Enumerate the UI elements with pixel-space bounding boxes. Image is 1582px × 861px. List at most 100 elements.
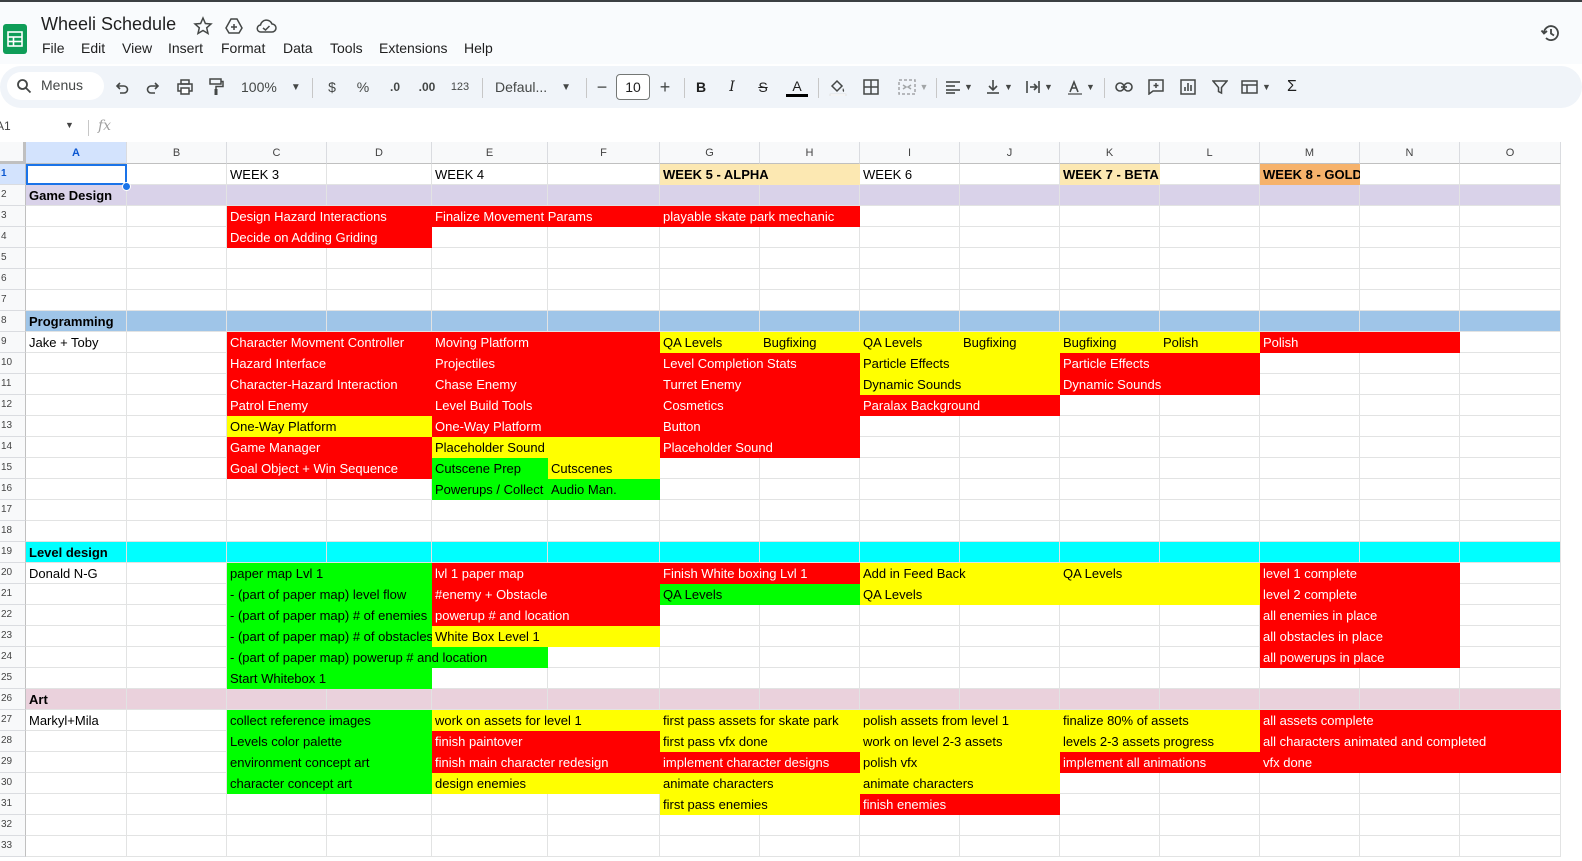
cell[interactable]: Moving Platform	[432, 332, 660, 353]
cell[interactable]: all enemies in place	[1260, 605, 1460, 626]
cell[interactable]: Turret Enemy	[660, 374, 860, 395]
column-header[interactable]: B	[127, 142, 227, 164]
cell[interactable]: Decide on Adding Griding	[227, 227, 432, 248]
cell[interactable]: all obstacles in place	[1260, 626, 1460, 647]
insert-link-icon[interactable]	[1113, 74, 1135, 100]
column-header[interactable]: H	[760, 142, 860, 164]
menu-extensions[interactable]: Extensions	[379, 40, 447, 56]
row-header[interactable]: 13	[0, 416, 26, 437]
row-header[interactable]: 7	[0, 290, 26, 311]
cell[interactable]: WEEK 8 - GOLD	[1260, 164, 1360, 185]
menu-data[interactable]: Data	[283, 40, 313, 56]
row-header[interactable]: 23	[0, 626, 26, 647]
filter-icon[interactable]	[1209, 74, 1231, 100]
row-header[interactable]: 9	[0, 332, 26, 353]
cell[interactable]: QA Levels	[1060, 563, 1260, 584]
cell[interactable]: Donald N-G	[26, 563, 127, 584]
text-rotation-icon[interactable]: ▼	[1064, 74, 1098, 100]
cell[interactable]: Programming	[26, 311, 127, 332]
menu-format[interactable]: Format	[221, 40, 265, 56]
cell[interactable]: Design Hazard Interactions	[227, 206, 432, 227]
cell[interactable]: Chase Enemy	[432, 374, 660, 395]
paint-format-icon[interactable]	[206, 74, 226, 100]
cell[interactable]: Bugfixing	[1060, 332, 1160, 353]
cell[interactable]: levels 2-3 assets progress	[1060, 731, 1260, 752]
cell[interactable]: finalize 80% of assets	[1060, 710, 1260, 731]
row-header[interactable]: 15	[0, 458, 26, 479]
star-icon[interactable]	[193, 16, 213, 36]
cell[interactable]: Particle Effects	[1060, 353, 1260, 374]
more-formats-button[interactable]: 123	[447, 74, 473, 100]
column-header[interactable]: F	[548, 142, 660, 164]
cell[interactable]: WEEK 5 - ALPHA	[660, 164, 860, 185]
currency-format-button[interactable]: $	[322, 74, 342, 100]
cell[interactable]: finish main character redesign	[432, 752, 660, 773]
row-header[interactable]: 21	[0, 584, 26, 605]
cell[interactable]: Polish	[1160, 332, 1260, 353]
filter-views-icon[interactable]: ▼	[1238, 74, 1274, 100]
cell[interactable]: paper map Lvl 1	[227, 563, 432, 584]
cell[interactable]: QA Levels	[860, 332, 960, 353]
cell[interactable]: environment concept art	[227, 752, 432, 773]
menu-view[interactable]: View	[122, 40, 152, 56]
column-header[interactable]: K	[1060, 142, 1160, 164]
row-header[interactable]: 20	[0, 563, 26, 584]
cell[interactable]: Start Whitebox 1	[227, 668, 432, 689]
cell[interactable]: Add in Feed Back	[860, 563, 1060, 584]
cell[interactable]: Goal Object + Win Sequence	[227, 458, 432, 479]
row-header[interactable]: 24	[0, 647, 26, 668]
percent-format-button[interactable]: %	[353, 74, 373, 100]
row-header[interactable]: 8	[0, 311, 26, 332]
row-header[interactable]: 25	[0, 668, 26, 689]
cell[interactable]: implement character designs	[660, 752, 860, 773]
cell[interactable]: finish enemies	[860, 794, 1060, 815]
sheets-logo-icon[interactable]	[3, 24, 27, 54]
menu-help[interactable]: Help	[464, 40, 493, 56]
version-history-icon[interactable]	[1540, 22, 1562, 44]
borders-icon[interactable]	[861, 74, 881, 100]
insert-comment-icon[interactable]	[1145, 74, 1167, 100]
font-size-input[interactable]: 10	[616, 74, 650, 100]
cell[interactable]: Art	[26, 689, 127, 710]
cell[interactable]: Cosmetics	[660, 395, 860, 416]
row-header[interactable]: 33	[0, 836, 26, 857]
cell[interactable]: animate characters	[860, 773, 1060, 794]
cell[interactable]: Levels color palette	[227, 731, 432, 752]
row-header[interactable]: 10	[0, 353, 26, 374]
cell[interactable]: Level Build Tools	[432, 395, 660, 416]
text-wrapping-icon[interactable]: ▼	[1022, 74, 1056, 100]
fill-handle[interactable]	[122, 182, 131, 191]
cell[interactable]: Powerups / Collect	[432, 479, 548, 500]
row-header[interactable]: 14	[0, 437, 26, 458]
cell[interactable]: #enemy + Obstacle	[432, 584, 660, 605]
cell[interactable]: Markyl+Mila	[26, 710, 127, 731]
cell[interactable]: all characters animated and completed	[1260, 731, 1561, 752]
row-header[interactable]: 2	[0, 185, 26, 206]
cell[interactable]: Bugfixing	[760, 332, 860, 353]
cell[interactable]: Placeholder Sound	[432, 437, 660, 458]
cell[interactable]: Level design	[26, 542, 127, 563]
row-header[interactable]: 31	[0, 794, 26, 815]
cell[interactable]: Level Completion Stats	[660, 353, 860, 374]
cell[interactable]: Hazard Interface	[227, 353, 432, 374]
cell[interactable]: Paralax Background	[860, 395, 1060, 416]
cell[interactable]: Jake + Toby	[26, 332, 127, 353]
cell[interactable]: character concept art	[227, 773, 432, 794]
redo-icon[interactable]	[143, 74, 163, 100]
column-header[interactable]: D	[327, 142, 432, 164]
cell[interactable]: One-Way Platform	[227, 416, 432, 437]
cell[interactable]: implement all animations	[1060, 752, 1260, 773]
row-header[interactable]: 17	[0, 500, 26, 521]
cell[interactable]: powerup # and location	[432, 605, 660, 626]
row-header[interactable]: 26	[0, 689, 26, 710]
column-header[interactable]: M	[1260, 142, 1360, 164]
cell[interactable]: playable skate park mechanic	[660, 206, 860, 227]
row-header[interactable]: 18	[0, 521, 26, 542]
name-box[interactable]: A1 ▼	[0, 119, 74, 133]
cell[interactable]: animate characters	[660, 773, 860, 794]
cell[interactable]: first pass assets for skate park	[660, 710, 860, 731]
increase-decimal-button[interactable]: .00	[414, 74, 440, 100]
cell[interactable]: work on assets for level 1	[432, 710, 660, 731]
row-header[interactable]: 16	[0, 479, 26, 500]
menu-file[interactable]: File	[42, 40, 65, 56]
